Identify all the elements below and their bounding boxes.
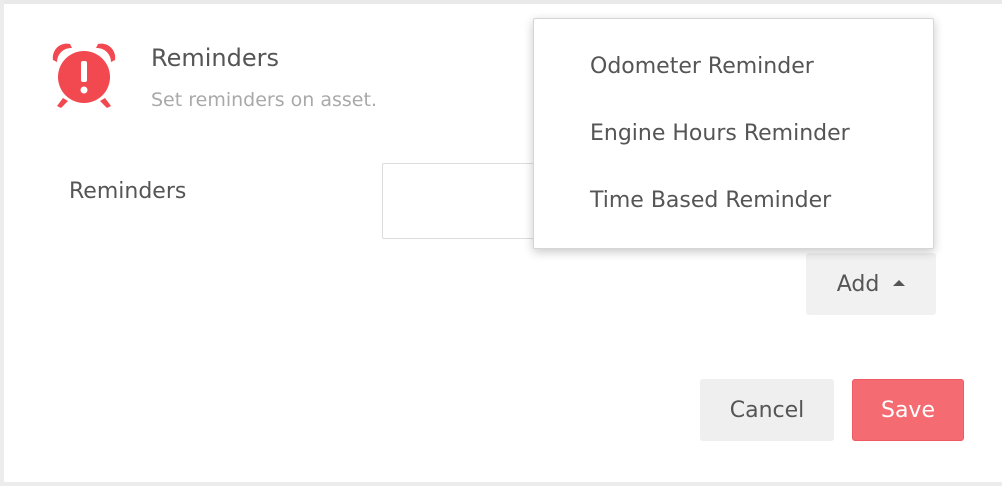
alarm-clock-alert-icon [52,43,116,108]
menu-item-time-based-reminder[interactable]: Time Based Reminder [590,188,831,213]
panel-top-border [0,0,1002,4]
menu-item-engine-hours-reminder[interactable]: Engine Hours Reminder [590,121,850,146]
panel-bottom-border [0,482,1002,486]
add-reminder-dropdown: Odometer Reminder Engine Hours Reminder … [533,18,934,249]
panel-left-border [0,0,4,486]
section-title: Reminders [151,44,279,72]
add-button-label: Add [836,271,880,297]
save-button[interactable]: Save [852,379,964,441]
add-reminder-button[interactable]: Add [806,253,936,315]
cancel-button[interactable]: Cancel [700,379,834,441]
caret-up-icon [893,280,906,286]
section-subtitle: Set reminders on asset. [151,89,377,111]
reminders-field-label: Reminders [69,179,187,204]
menu-item-odometer-reminder[interactable]: Odometer Reminder [590,54,814,79]
reminders-panel: Reminders Set reminders on asset. Remind… [0,0,1002,486]
